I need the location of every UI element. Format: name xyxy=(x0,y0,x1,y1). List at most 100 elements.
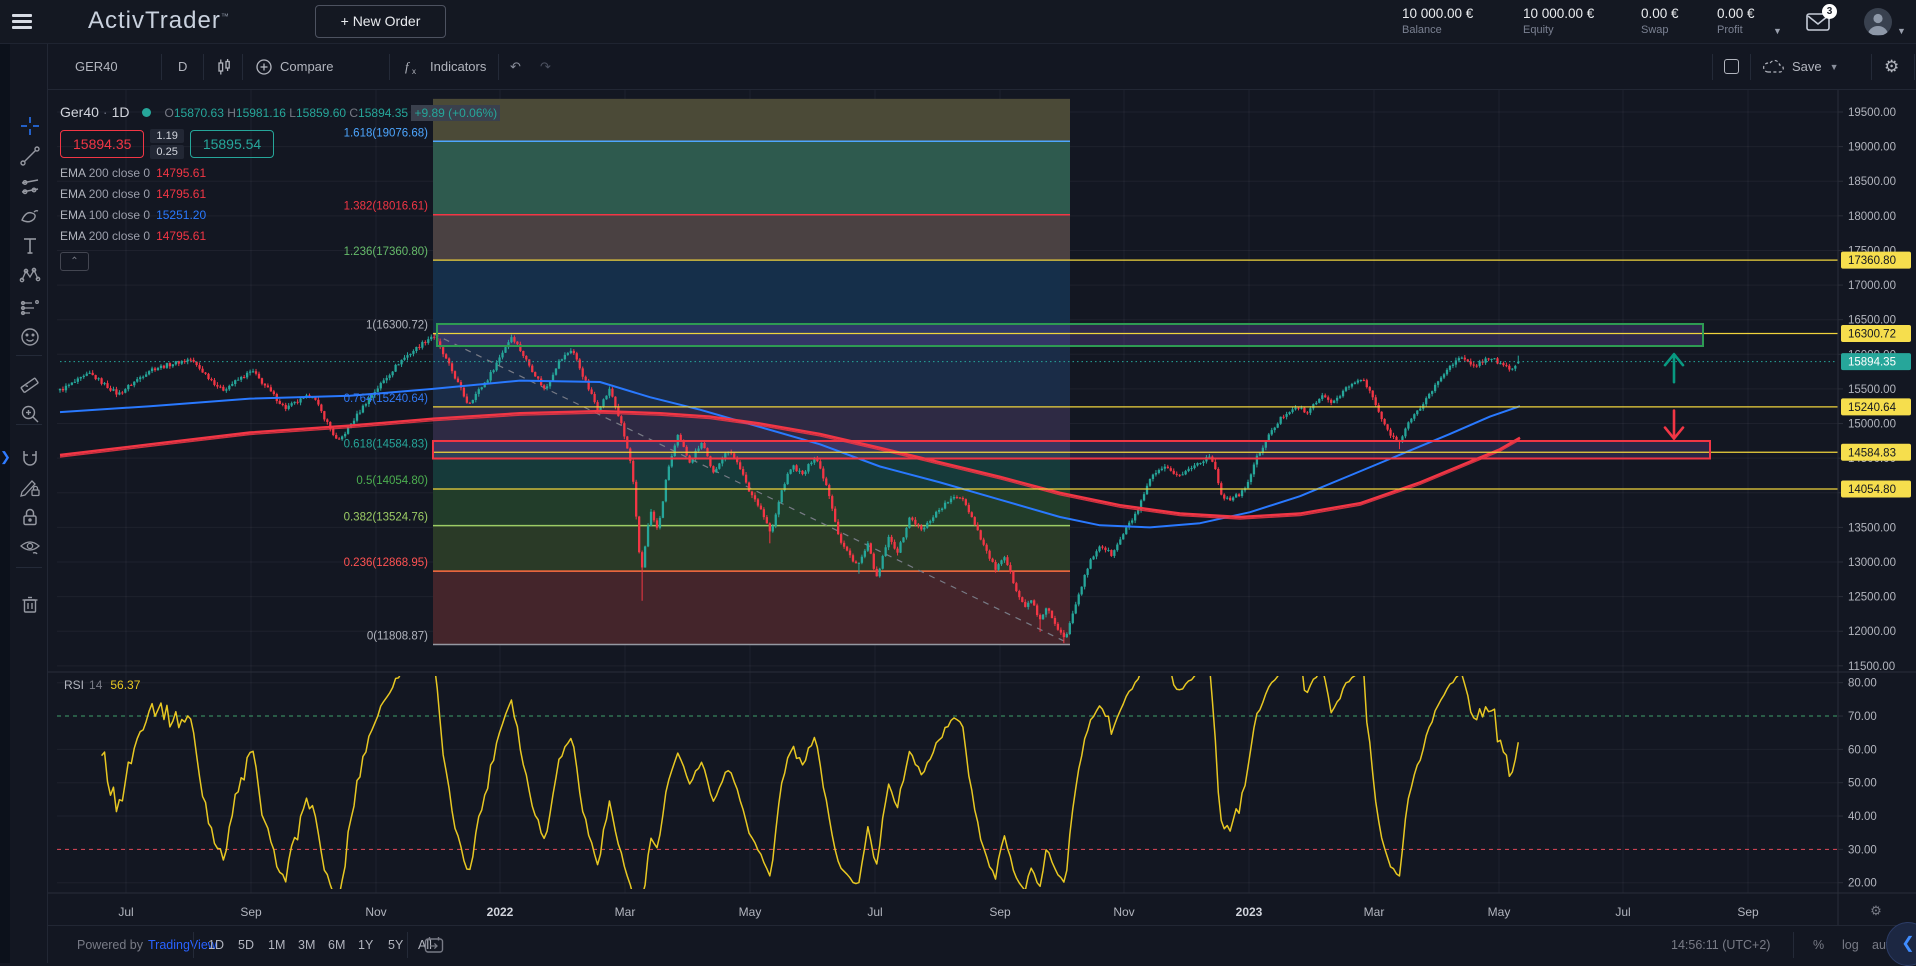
tradingview-link[interactable]: TradingView xyxy=(148,938,217,952)
swap-stat: 0.00 €Swap xyxy=(1641,6,1679,36)
quote-row: 15894.35 1.19 0.25 15895.54 xyxy=(60,129,500,159)
svg-text:15894.35: 15894.35 xyxy=(1848,357,1896,369)
range-1m[interactable]: 1M xyxy=(268,926,285,963)
profit-stat: 0.00 €Profit xyxy=(1717,6,1755,36)
spread-top: 1.19 xyxy=(150,129,183,143)
ohlc-values: O15870.63 H15981.16 L15859.60 C15894.35 xyxy=(165,104,412,120)
avatar[interactable] xyxy=(1864,8,1892,36)
indicators-label: Indicators xyxy=(430,59,486,74)
ruler-icon[interactable] xyxy=(18,370,42,394)
log-scale-button[interactable]: log xyxy=(1842,926,1859,963)
xabcd-pattern-icon[interactable] xyxy=(18,264,42,288)
change-value: +9.89 (+0.06%) xyxy=(411,105,500,121)
svg-text:0.764(15240.64): 0.764(15240.64) xyxy=(344,393,429,405)
svg-text:f: f xyxy=(405,59,411,74)
svg-text:17360.80: 17360.80 xyxy=(1848,255,1896,267)
drawing-lock-icon[interactable] xyxy=(18,475,42,499)
chevron-down-icon[interactable]: ▼ xyxy=(1773,26,1782,36)
compare-button[interactable]: Compare xyxy=(255,44,333,89)
svg-text:16500.00: 16500.00 xyxy=(1848,315,1896,327)
account-chevron-icon[interactable]: ▼ xyxy=(1897,26,1906,36)
balance-stat: 10 000.00 €Balance xyxy=(1402,6,1473,36)
legend-symbol[interactable]: Ger40 xyxy=(60,104,99,120)
range-5d[interactable]: 5D xyxy=(238,926,254,963)
clock[interactable]: 14:56:11 (UTC+2) xyxy=(1671,926,1770,963)
time-axis[interactable]: JulSepNov2022MarMayJulSepNov2023MarMayJu… xyxy=(118,903,1882,919)
svg-text:Mar: Mar xyxy=(615,905,636,919)
fib-retracement-icon[interactable] xyxy=(18,175,42,199)
undo-icon[interactable]: ↶ xyxy=(510,44,521,89)
svg-text:Sep: Sep xyxy=(989,905,1011,919)
svg-text:Mar: Mar xyxy=(1364,905,1385,919)
svg-text:0.618(14584.83): 0.618(14584.83) xyxy=(344,438,429,450)
svg-text:Sep: Sep xyxy=(1737,905,1759,919)
svg-text:16300.72: 16300.72 xyxy=(1848,328,1896,340)
price-axis[interactable]: 19500.0019000.0018500.0018000.0017500.00… xyxy=(1838,107,1911,890)
range-3m[interactable]: 3M xyxy=(298,926,315,963)
remove-drawings-icon[interactable] xyxy=(18,592,42,616)
range-1y[interactable]: 1Y xyxy=(358,926,373,963)
svg-text:18500.00: 18500.00 xyxy=(1848,176,1896,188)
spread-bottom: 0.25 xyxy=(150,145,183,159)
equity-stat: 10 000.00 €Equity xyxy=(1523,6,1594,36)
activtrader-app: { "header": { "logo": "ActivTrader", "lo… xyxy=(0,0,1916,963)
market-open-dot xyxy=(142,108,151,117)
top-header: ActivTrader™ + New Order 10 000.00 €Bala… xyxy=(0,0,1916,44)
toolbar-separator xyxy=(16,567,42,568)
interval-button[interactable]: D xyxy=(178,44,187,89)
goto-date-icon[interactable] xyxy=(424,926,444,963)
trend-line-icon[interactable] xyxy=(18,144,42,168)
new-order-button[interactable]: + New Order xyxy=(315,5,446,38)
svg-text:19000.00: 19000.00 xyxy=(1848,142,1896,154)
range-6m[interactable]: 6M xyxy=(328,926,345,963)
layout-select-icon[interactable] xyxy=(1724,44,1739,89)
menu-icon[interactable] xyxy=(12,14,32,30)
toolbar-separator xyxy=(16,355,42,356)
svg-text:60.00: 60.00 xyxy=(1848,744,1877,756)
indicator-row[interactable]: EMA 200 close 014795.61 xyxy=(60,187,500,201)
collapse-legend-button[interactable]: ⌃ xyxy=(60,252,89,271)
save-button[interactable]: Save ▼ xyxy=(1762,44,1839,89)
svg-text:13000.00: 13000.00 xyxy=(1848,557,1896,569)
svg-text:0.5(14054.80): 0.5(14054.80) xyxy=(356,475,428,487)
svg-text:Nov: Nov xyxy=(1113,905,1134,919)
zoom-in-icon[interactable] xyxy=(18,402,42,426)
axis-settings-gear-icon[interactable]: ⚙ xyxy=(1870,903,1882,918)
svg-text:1(16300.72): 1(16300.72) xyxy=(366,319,428,331)
rsi-legend: RSI1456.37 xyxy=(64,678,140,692)
chart-settings-gear-icon[interactable]: ⚙ xyxy=(1884,44,1899,89)
save-chevron-icon: ▼ xyxy=(1830,62,1839,72)
indicator-row[interactable]: EMA 200 close 014795.61 xyxy=(60,166,500,180)
emoji-icon[interactable] xyxy=(18,325,42,349)
lock-all-icon[interactable] xyxy=(18,505,42,529)
forecast-icon[interactable] xyxy=(18,295,42,319)
down-arrow-drawing[interactable] xyxy=(1665,411,1683,439)
sell-button[interactable]: 15894.35 xyxy=(60,130,144,158)
indicator-row[interactable]: EMA 100 close 015251.20 xyxy=(60,208,500,222)
svg-text:17000.00: 17000.00 xyxy=(1848,280,1896,292)
indicators-button[interactable]: fx Indicators xyxy=(403,44,486,89)
fib-bands xyxy=(433,99,1070,645)
up-arrow-drawing[interactable] xyxy=(1665,354,1683,382)
crosshair-icon[interactable] xyxy=(18,114,42,138)
arrow-drawings xyxy=(1665,354,1683,438)
symbol-button[interactable]: GER40 xyxy=(75,44,118,89)
powered-by: Powered byTradingView xyxy=(77,926,217,963)
magnet-icon[interactable] xyxy=(18,447,42,471)
buy-button[interactable]: 15895.54 xyxy=(190,130,274,158)
object-tree-chevron-icon[interactable]: ❯ xyxy=(0,449,11,465)
svg-text:13500.00: 13500.00 xyxy=(1848,522,1896,534)
trademark: ™ xyxy=(221,12,230,21)
svg-text:2023: 2023 xyxy=(1236,905,1263,919)
text-icon[interactable] xyxy=(18,234,42,258)
indicator-row[interactable]: EMA 200 close 014795.61 xyxy=(60,229,500,243)
hide-drawings-icon[interactable] xyxy=(18,535,42,559)
range-5y[interactable]: 5Y xyxy=(388,926,403,963)
brush-icon[interactable] xyxy=(18,205,42,229)
range-1d[interactable]: 1D xyxy=(208,926,224,963)
legend-interval: 1D xyxy=(112,104,130,120)
redo-icon[interactable]: ↷ xyxy=(540,44,551,89)
percent-scale-button[interactable]: % xyxy=(1813,926,1824,963)
svg-text:15000.00: 15000.00 xyxy=(1848,419,1896,431)
chart-style-icon[interactable] xyxy=(215,44,233,89)
